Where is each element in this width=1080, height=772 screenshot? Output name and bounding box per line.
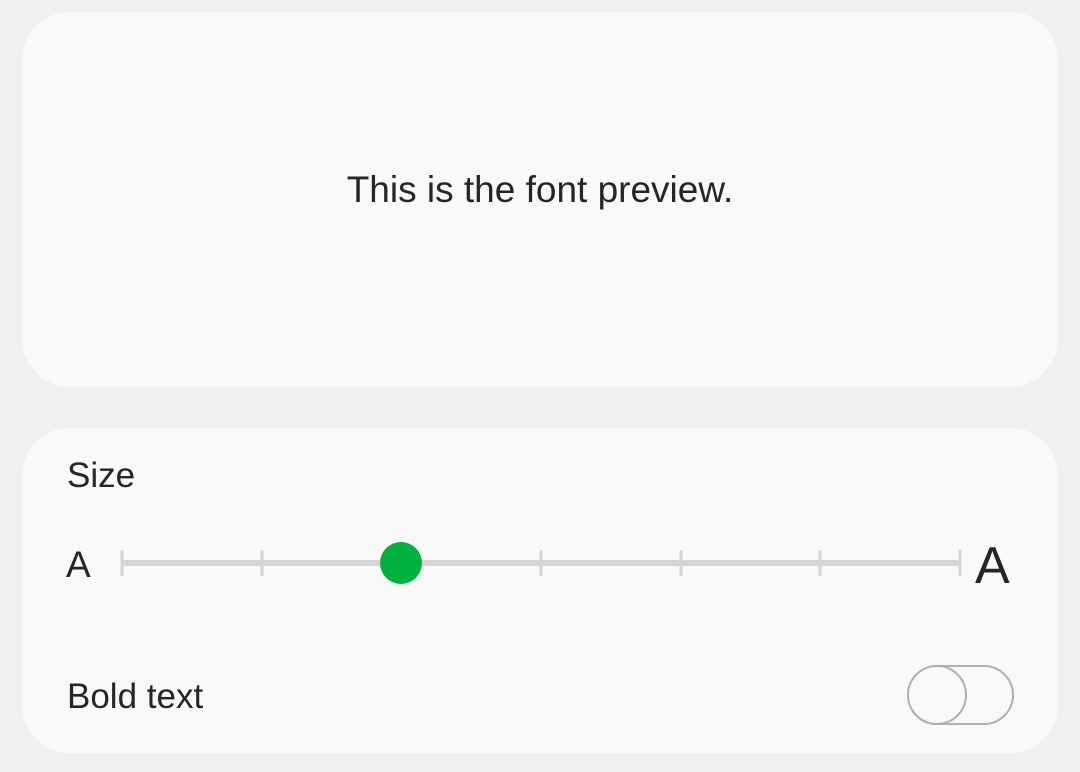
bold-text-label: Bold text [67, 677, 204, 716]
size-max-icon: A [975, 537, 1010, 595]
font-preview-card: This is the font preview. [22, 12, 1058, 387]
font-settings-card: Size A A Bold text [22, 428, 1058, 753]
toggle-knob [907, 665, 967, 725]
slider-tick [679, 550, 683, 576]
size-min-icon: A [66, 544, 91, 585]
bold-text-toggle[interactable] [907, 665, 1014, 725]
slider-tick [120, 550, 124, 576]
slider-thumb[interactable] [380, 542, 423, 584]
slider-tick [260, 550, 264, 576]
font-preview-text: This is the font preview. [346, 168, 734, 210]
slider-tick [958, 550, 962, 576]
slider-tick [818, 550, 822, 576]
font-size-slider[interactable] [120, 542, 962, 584]
size-label: Size [67, 456, 136, 495]
slider-tick [539, 550, 543, 576]
